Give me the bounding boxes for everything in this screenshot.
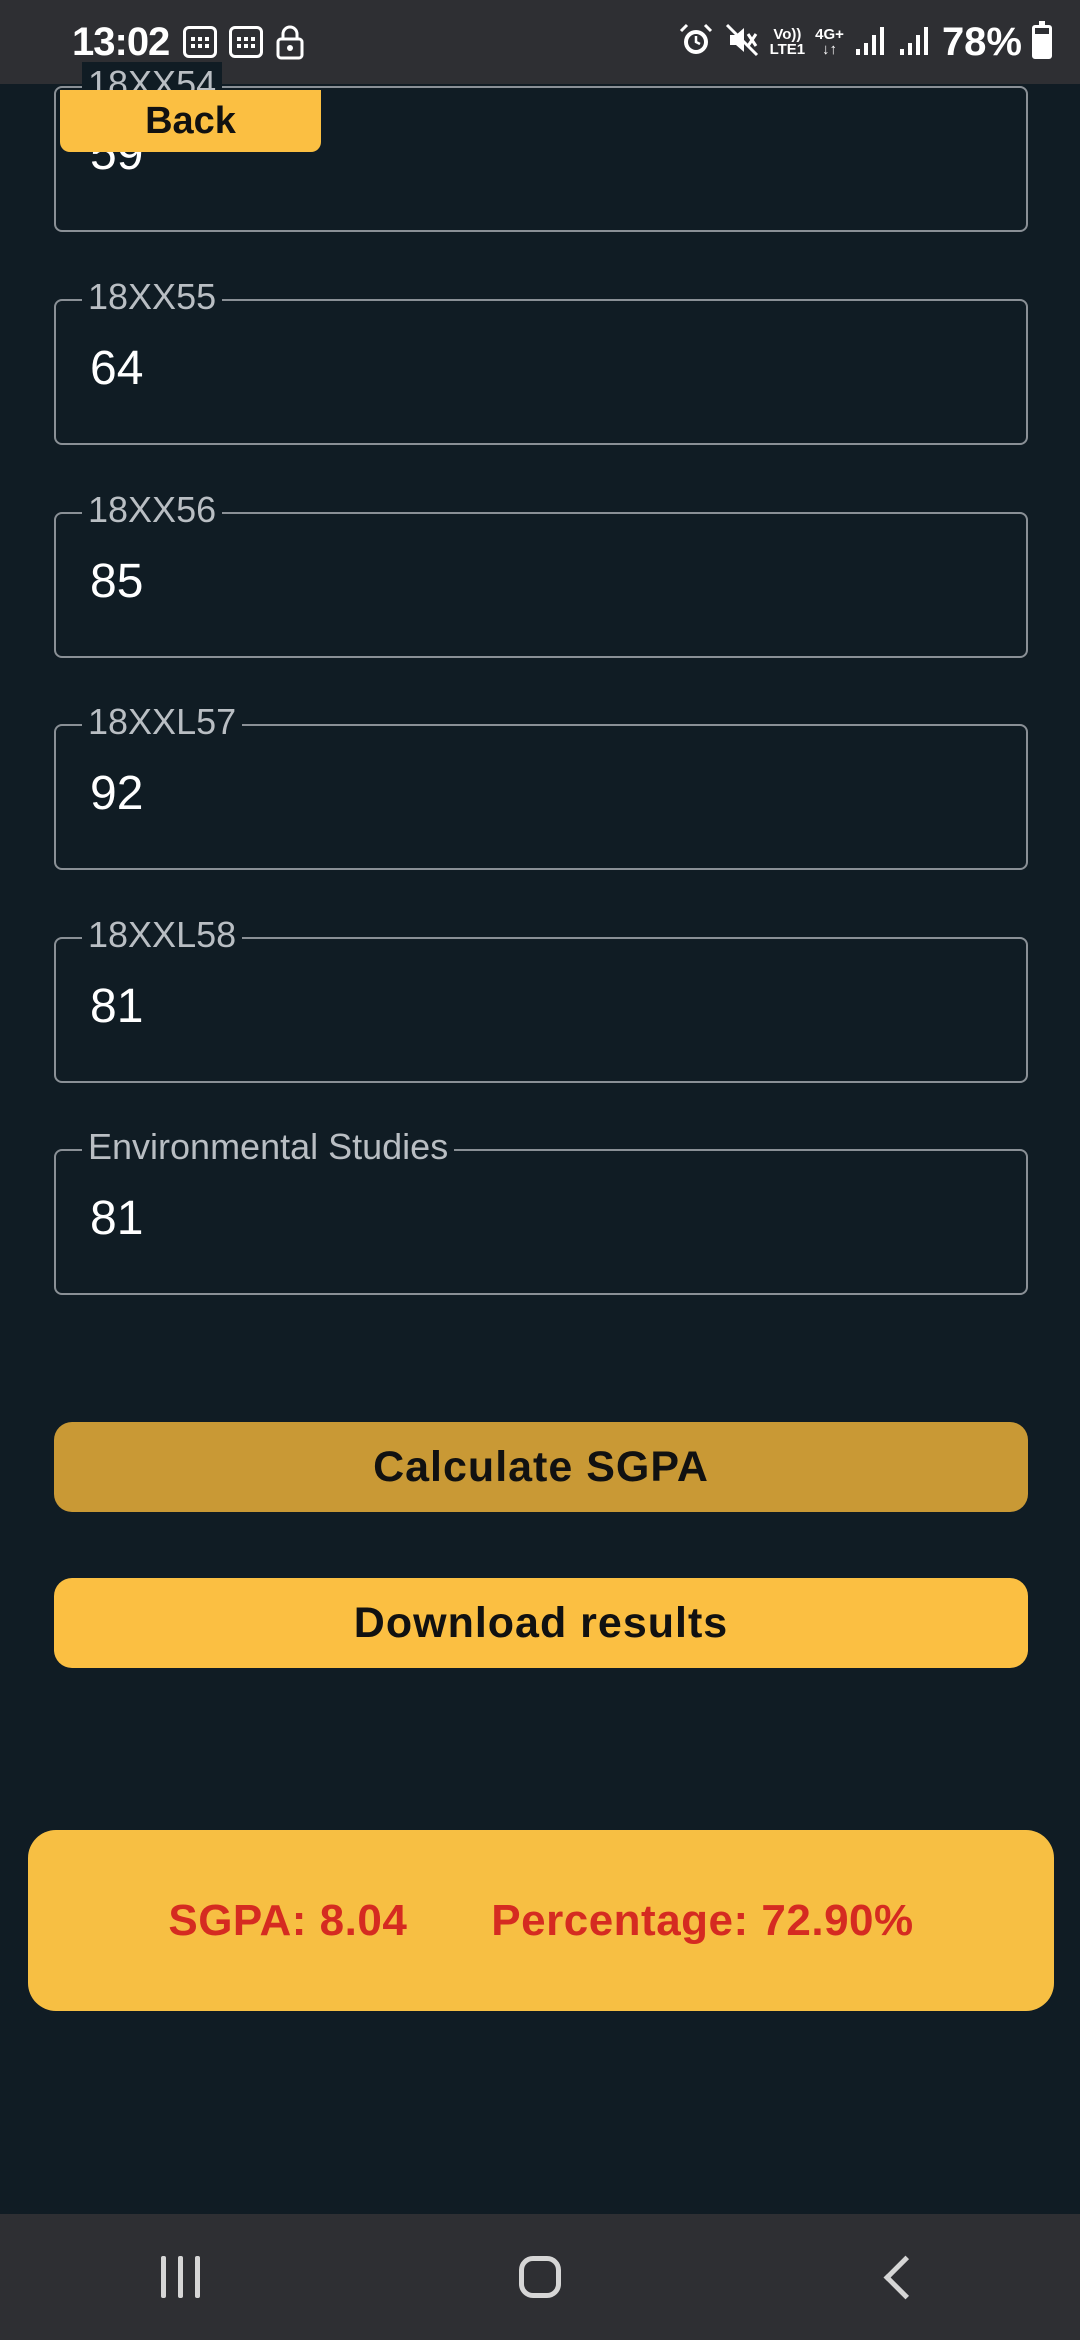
signal-icon bbox=[854, 23, 888, 62]
results-card: SGPA: 8.04 Percentage: 72.90% bbox=[28, 1830, 1054, 2011]
sgpa-result: SGPA: 8.04 bbox=[168, 1895, 408, 1945]
alarm-icon bbox=[678, 22, 714, 63]
recents-icon bbox=[160, 2256, 200, 2298]
field-label: 18XXL58 bbox=[82, 913, 243, 957]
data-indicator: 4G+ ↓↑ bbox=[815, 26, 844, 58]
field-value[interactable]: 81 bbox=[90, 1191, 143, 1246]
marks-field[interactable]: 18XX56 85 bbox=[54, 488, 1028, 658]
sim-card-icon bbox=[229, 26, 264, 58]
download-results-button[interactable]: Download results bbox=[54, 1578, 1028, 1668]
back-button[interactable]: Back bbox=[60, 90, 321, 152]
field-label: Environmental Studies bbox=[82, 1125, 455, 1169]
field-value[interactable]: 64 bbox=[90, 341, 143, 396]
lock-icon bbox=[275, 24, 305, 60]
signal-icon bbox=[898, 23, 932, 62]
calculate-sgpa-button[interactable]: Calculate SGPA bbox=[54, 1422, 1028, 1512]
percentage-result: Percentage: 72.90% bbox=[491, 1895, 914, 1945]
battery-icon bbox=[1032, 21, 1052, 59]
field-value[interactable]: 92 bbox=[90, 766, 143, 821]
marks-field[interactable]: 18XXL57 92 bbox=[54, 700, 1028, 870]
marks-field[interactable]: 18XXL58 81 bbox=[54, 913, 1028, 1083]
status-time: 13:02 bbox=[72, 19, 170, 64]
marks-field[interactable]: 18XX55 64 bbox=[54, 275, 1028, 445]
field-label: 18XX55 bbox=[82, 275, 223, 319]
field-value[interactable]: 81 bbox=[90, 979, 143, 1034]
field-label: 18XX56 bbox=[82, 488, 223, 532]
back-icon bbox=[883, 2255, 927, 2299]
battery-percent: 78% bbox=[941, 19, 1022, 64]
field-value[interactable]: 85 bbox=[90, 554, 143, 609]
field-label: 18XXL57 bbox=[82, 700, 243, 744]
network-indicator: Vo)) LTE1 bbox=[769, 26, 806, 58]
navigation-bar bbox=[0, 2214, 1080, 2340]
home-icon bbox=[519, 2256, 561, 2298]
recents-button[interactable] bbox=[120, 2237, 240, 2317]
back-nav-button[interactable] bbox=[840, 2237, 960, 2317]
mute-icon bbox=[724, 22, 760, 63]
sim-card-icon bbox=[183, 26, 218, 58]
home-button[interactable] bbox=[480, 2237, 600, 2317]
marks-field[interactable]: Environmental Studies 81 bbox=[54, 1125, 1028, 1295]
